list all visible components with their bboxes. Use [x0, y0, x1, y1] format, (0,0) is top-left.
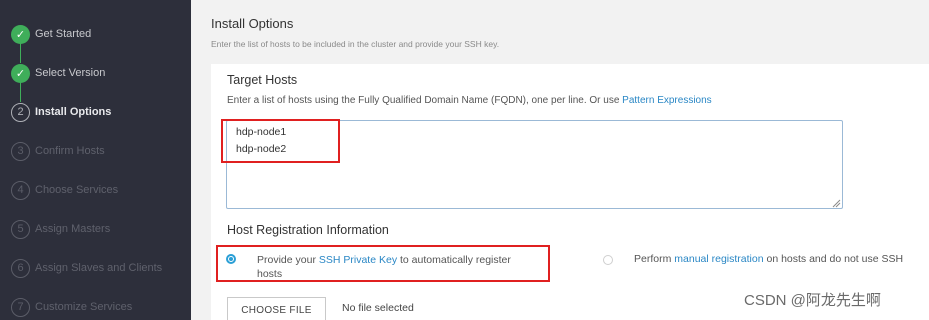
hosts-highlight-box	[221, 119, 340, 163]
option-text: Perform	[634, 253, 675, 265]
manual-registration-link[interactable]: manual registration	[674, 253, 763, 265]
step-number-badge: 2	[11, 102, 30, 122]
progress-line	[20, 43, 21, 63]
step-confirm-hosts: 3 Confirm Hosts	[0, 139, 191, 163]
step-select-version[interactable]: ✓ Select Version	[0, 61, 191, 85]
resize-handle-icon[interactable]	[831, 198, 841, 208]
progress-line	[20, 82, 21, 102]
manual-registration-option-text[interactable]: Perform manual registration on hosts and…	[634, 253, 903, 265]
step-number-badge: 4	[11, 180, 30, 200]
step-label: Customize Services	[35, 301, 133, 313]
step-label: Get Started	[35, 28, 92, 40]
file-status-text: No file selected	[342, 302, 414, 314]
host-registration-title: Host Registration Information	[227, 223, 389, 237]
step-assign-slaves-clients: 6 Assign Slaves and Clients	[0, 256, 191, 280]
check-icon: ✓	[11, 63, 30, 83]
page-title: Install Options	[211, 16, 294, 31]
step-number-badge: 7	[11, 297, 30, 317]
step-label: Choose Services	[35, 184, 119, 196]
step-get-started[interactable]: ✓ Get Started	[0, 22, 191, 46]
csdn-watermark: CSDN @阿龙先生啊	[744, 292, 881, 309]
step-label: Select Version	[35, 67, 106, 79]
step-number-badge: 6	[11, 258, 30, 278]
pattern-expressions-link[interactable]: Pattern Expressions	[622, 95, 712, 106]
manual-registration-radio[interactable]	[603, 255, 613, 265]
step-label: Assign Slaves and Clients	[35, 262, 163, 274]
step-label: Install Options	[35, 106, 112, 118]
page-subtitle: Enter the list of hosts to be included i…	[211, 39, 500, 49]
step-number-badge: 3	[11, 141, 30, 161]
step-number-badge: 5	[11, 219, 30, 239]
wizard-sidebar: ✓ Get Started ✓ Select Version 2 Install…	[0, 0, 191, 320]
option-text: on hosts and do not use SSH	[763, 253, 904, 265]
target-hosts-title: Target Hosts	[227, 73, 298, 87]
check-icon: ✓	[11, 24, 30, 44]
step-label: Assign Masters	[35, 223, 111, 235]
ssh-option-highlight-box	[216, 245, 550, 282]
step-label: Confirm Hosts	[35, 145, 105, 157]
step-choose-services: 4 Choose Services	[0, 178, 191, 202]
target-hosts-description: Enter a list of hosts using the Fully Qu…	[227, 95, 712, 106]
step-install-options[interactable]: 2 Install Options	[0, 100, 191, 124]
description-text: Enter a list of hosts using the Fully Qu…	[227, 95, 623, 106]
choose-file-button[interactable]: CHOOSE FILE	[227, 297, 326, 320]
step-customize-services: 7 Customize Services	[0, 295, 191, 319]
step-assign-masters: 5 Assign Masters	[0, 217, 191, 241]
